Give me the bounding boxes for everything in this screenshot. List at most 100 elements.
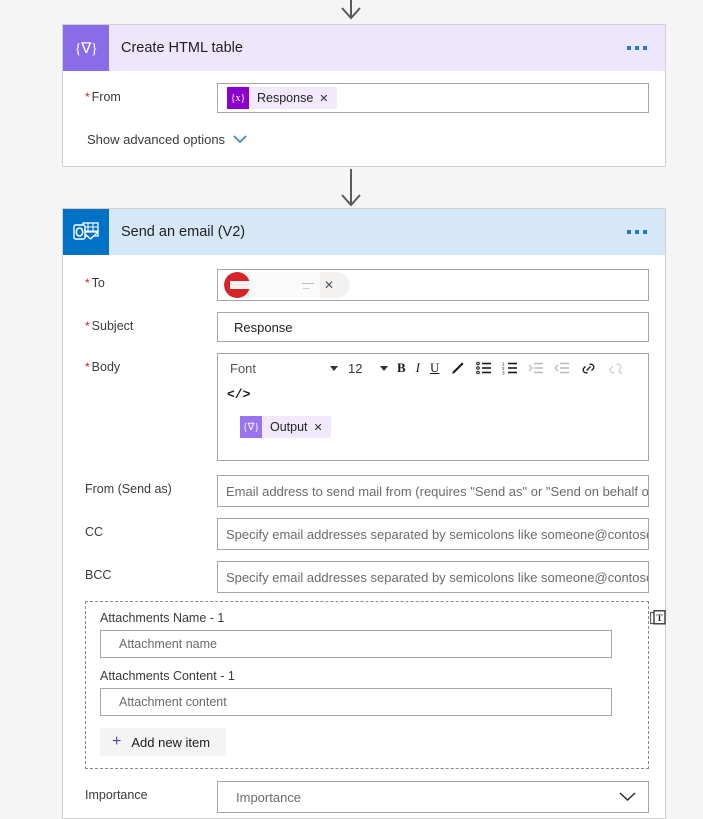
to-label: * To (85, 269, 217, 290)
font-size-value: 12 (348, 360, 363, 376)
ellipsis-menu-icon[interactable] (625, 224, 649, 240)
dynamic-content-braces-icon: {∇} (240, 416, 262, 438)
menu-dot (635, 46, 639, 50)
card-body: * From {x} Response ✕ Show advanced optio… (63, 71, 665, 165)
font-size-select[interactable]: 12 (344, 356, 392, 380)
plus-icon: + (112, 733, 122, 750)
attachments-name-label: Attachments Name - 1 (100, 611, 225, 625)
connector-arrow-middle (337, 169, 365, 207)
from-send-as-input[interactable]: Email address to send mail from (require… (217, 475, 649, 507)
bcc-row: BCC Specify email addresses separated by… (85, 561, 649, 593)
outlook-icon (63, 209, 109, 255)
cc-row: CC Specify email addresses separated by … (85, 518, 649, 550)
required-asterisk: * (85, 319, 90, 333)
action-card-send-an-email[interactable]: Send an email (V2) * To ✕ * Subject Resp… (62, 208, 666, 819)
attachment-content-placeholder: Attachment content (119, 695, 227, 709)
chevron-down-icon (233, 135, 247, 144)
underline-button[interactable]: U (425, 356, 444, 380)
card-body: * To ✕ * Subject Response * Body Font 12… (63, 255, 666, 819)
person-chip-recipient[interactable]: ✕ (224, 272, 350, 298)
menu-dot (627, 230, 631, 234)
subject-label: * Subject (85, 312, 217, 333)
from-send-as-placeholder: Email address to send mail from (require… (226, 483, 649, 499)
bulleted-list-icon[interactable] (471, 356, 497, 380)
required-asterisk: * (85, 360, 90, 374)
chevron-down-icon (619, 792, 636, 802)
advanced-toggle-label: Show advanced options (87, 132, 226, 147)
increase-indent-icon (523, 356, 549, 380)
menu-dot (643, 230, 647, 234)
subject-input[interactable]: Response (217, 312, 649, 342)
show-advanced-options-toggle[interactable]: Show advanced options (87, 132, 247, 147)
add-new-item-label: Add new item (131, 734, 211, 750)
svg-text:T: T (656, 613, 662, 623)
subject-row: * Subject Response (85, 312, 649, 342)
token-label: Output (270, 420, 308, 434)
attachments-repeater: T Attachments Name - 1 Attachment name A… (85, 601, 666, 769)
cc-label: CC (85, 525, 104, 539)
numbered-list-icon[interactable]: 1 2 3 (497, 356, 523, 380)
body-content-area[interactable]: {∇} Output ✕ (218, 408, 648, 460)
from-label-text: From (91, 90, 121, 104)
token-chip-response[interactable]: {x} Response ✕ (227, 87, 337, 109)
font-family-select[interactable]: Font (222, 356, 344, 380)
importance-placeholder: Importance (236, 789, 302, 805)
page-title: Create HTML table (121, 40, 243, 56)
menu-dot (643, 46, 647, 50)
italic-button[interactable]: I (411, 356, 425, 380)
close-icon[interactable]: ✕ (319, 92, 336, 105)
to-row: * To ✕ (85, 269, 649, 301)
pen-highlight-icon[interactable] (444, 356, 471, 380)
from-row: * From {x} Response ✕ (85, 83, 649, 113)
token-label: Response (257, 91, 314, 105)
connector-arrow-top (337, 0, 365, 20)
body-label-text: Body (91, 360, 121, 374)
from-input[interactable]: {x} Response ✕ (217, 83, 649, 113)
font-family-value: Font (230, 360, 257, 376)
body-label: * Body (85, 353, 217, 374)
attachments-content-label: Attachments Content - 1 (100, 669, 235, 683)
ellipsis-menu-icon[interactable] (625, 40, 649, 56)
body-rich-text-editor[interactable]: Font 12 B I U 1 2 3 </> {∇} Output ✕ (217, 353, 649, 461)
importance-row: Importance Importance (85, 781, 649, 813)
attachment-name-input[interactable]: Attachment name (100, 630, 612, 658)
token-chip-output[interactable]: {∇} Output ✕ (240, 416, 331, 438)
cc-input[interactable]: Specify email addresses separated by sem… (217, 518, 649, 550)
avatar (224, 272, 252, 298)
bold-button[interactable]: B (392, 356, 411, 380)
required-asterisk: * (85, 276, 90, 290)
body-row: * Body Font 12 B I U 1 2 3 </> {∇} Outpu… (85, 353, 649, 461)
attachment-content-input[interactable]: Attachment content (100, 688, 612, 716)
menu-dot (635, 230, 639, 234)
expression-braces-icon: {x} (227, 87, 249, 109)
required-asterisk: * (85, 90, 90, 104)
chevron-down-icon (330, 365, 338, 371)
card-header[interactable]: {∇} Create HTML table (63, 25, 665, 71)
code-view-button[interactable]: </> (222, 382, 255, 406)
close-icon[interactable]: ✕ (324, 278, 334, 292)
page-title: Send an email (V2) (121, 224, 246, 240)
from-send-as-row: From (Send as) Email address to send mai… (85, 475, 649, 507)
from-label: * From (85, 83, 217, 104)
bcc-input[interactable]: Specify email addresses separated by sem… (217, 561, 649, 593)
importance-select[interactable]: Importance (217, 781, 649, 813)
card-header[interactable]: Send an email (V2) (63, 209, 665, 255)
subject-value: Response (234, 319, 293, 335)
rte-toolbar-row-2: </> (218, 382, 648, 408)
from-send-as-label: From (Send as) (85, 482, 172, 496)
app-tile-glyph: {∇} (74, 40, 98, 57)
action-card-create-html-table[interactable]: {∇} Create HTML table * From {x} Response… (62, 24, 666, 167)
close-icon[interactable]: ✕ (314, 421, 331, 434)
attachment-name-placeholder: Attachment name (119, 637, 217, 651)
dynamic-content-braces-icon: {∇} (63, 25, 109, 71)
rte-toolbar: Font 12 B I U 1 2 3 (218, 354, 648, 382)
subject-label-text: Subject (91, 319, 134, 333)
unlink-icon (602, 356, 629, 380)
flow-designer-canvas: {∇} Create HTML table * From {x} Response… (0, 0, 703, 819)
importance-label: Importance (85, 788, 148, 802)
add-new-item-button[interactable]: + Add new item (100, 728, 227, 756)
bcc-label: BCC (85, 568, 112, 582)
link-icon[interactable] (575, 356, 602, 380)
delete-item-icon[interactable]: T (649, 610, 666, 632)
to-input[interactable]: ✕ (217, 269, 649, 301)
